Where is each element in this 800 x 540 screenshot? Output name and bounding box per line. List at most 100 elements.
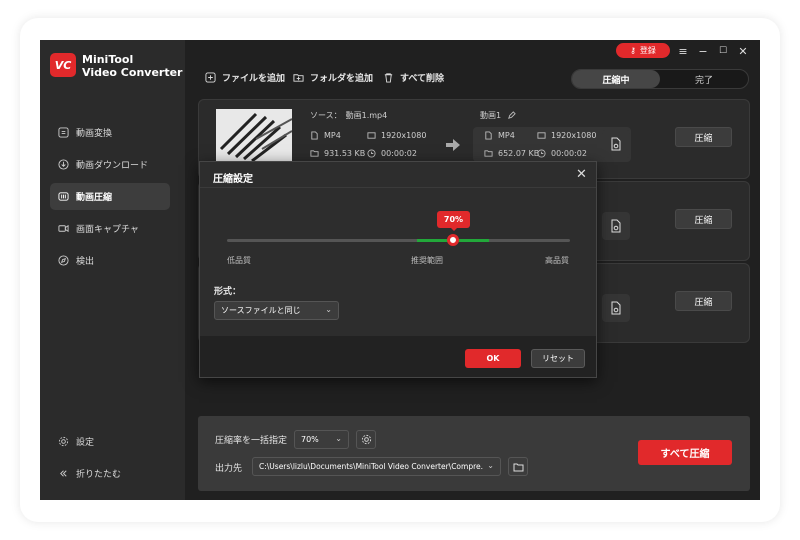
sidebar-item-settings[interactable]: 設定 [50,428,170,455]
close-icon: ✕ [738,44,748,58]
maximize-button[interactable]: ☐ [715,43,731,59]
chevron-down-icon: ⌄ [487,461,494,470]
src-format-value: MP4 [324,131,341,140]
clock-icon [367,149,376,158]
format-select[interactable]: ソースファイルと同じ ⌄ [214,301,339,320]
plus-icon [205,72,216,83]
quality-slider-track[interactable] [227,239,570,242]
login-button[interactable]: ⚷ 登録 [616,43,670,58]
out-duration: 00:00:02 [537,149,587,158]
sidebar: VC MiniTool Video Converter 動画変換 動画ダウンロー… [40,40,185,500]
dialog-close-button[interactable]: ✕ [576,167,587,182]
sidebar-item-label: 動画圧縮 [76,193,113,203]
out-resolution-value: 1920x1080 [551,131,597,140]
sidebar-item-screen-capture[interactable]: 画面キャプチャ [50,215,170,242]
edit-icon[interactable] [507,111,516,120]
output-label: 出力先 [215,464,243,474]
high-quality-label: 高品質 [545,256,569,265]
sidebar-collapse-button[interactable]: 折りたたむ [50,460,170,487]
slider-value: 70% [443,215,464,224]
compress-button[interactable]: 圧縮 [675,127,732,147]
reset-button[interactable]: リセット [531,349,585,368]
sidebar-item-video-download[interactable]: 動画ダウンロード [50,151,170,178]
compress-button[interactable]: 圧縮 [675,209,732,229]
thumbnail-image [216,109,292,161]
slider-value-tooltip: 70% [437,211,470,231]
resolution-icon [537,132,546,139]
gear-icon [361,434,371,445]
close-icon: ✕ [576,167,587,182]
minimize-icon: − [698,44,708,58]
batch-rate-label: 圧縮率を一括指定 [215,436,288,446]
file-settings-icon [611,301,621,315]
delete-all-button[interactable]: すべて削除 [383,71,444,84]
video-thumbnail [216,109,292,161]
bottom-panel: 圧縮率を一括指定 70% ⌄ 出力先 C:\Users\lizlu\Docume… [198,416,750,491]
source-info: ソース： 動画1.mp4 [310,110,387,121]
folder-icon [513,463,523,471]
folder-plus-icon [293,74,304,82]
folder-icon [310,150,319,157]
compress-button[interactable]: 圧縮 [675,291,732,311]
output-path-select[interactable]: C:\Users\lizlu\Documents\MiniTool Video … [252,457,501,476]
sidebar-item-label: 動画ダウンロード [76,161,149,171]
menu-button[interactable]: ≡ [675,43,691,59]
brand-line-1: MiniTool [82,53,134,66]
close-button[interactable]: ✕ [735,43,751,59]
dialog-title: 圧縮設定 [213,174,253,185]
ok-button[interactable]: OK [465,349,521,368]
sidebar-item-video-compress[interactable]: 動画圧縮 [50,183,170,210]
src-resolution-value: 1920x1080 [381,131,427,140]
rate-settings-button[interactable] [356,430,376,449]
compress-all-button[interactable]: すべて圧縮 [638,440,732,465]
out-duration-value: 00:00:02 [551,149,587,158]
double-chevron-left-icon [60,470,67,477]
folder-icon [484,150,493,157]
compression-settings-dialog: 圧縮設定 ✕ 70% 低品質 推奨範囲 高品質 形式： ソースファイルと同じ ⌄… [199,161,597,378]
sidebar-item-label: 動画変換 [76,129,113,139]
output-settings-button[interactable] [602,294,630,322]
app-window: VC MiniTool Video Converter 動画変換 動画ダウンロー… [40,40,760,500]
add-file-button[interactable]: ファイルを追加 [205,71,285,84]
download-icon [58,159,69,170]
sidebar-item-video-convert[interactable]: 動画変換 [50,119,170,146]
add-folder-button[interactable]: フォルダを追加 [293,71,373,84]
file-settings-icon [611,219,621,233]
camera-icon [58,224,69,233]
clock-icon [537,149,546,158]
settings-label: 設定 [76,438,95,448]
low-quality-label: 低品質 [227,256,251,265]
format-label: 形式： [214,287,242,297]
output-name: 動画1 [480,111,502,120]
quality-slider-thumb[interactable] [447,234,459,246]
app-logo: VC [50,53,76,77]
minimize-button[interactable]: − [695,43,711,59]
file-icon [485,131,492,140]
browse-folder-button[interactable] [508,457,528,476]
out-format-value: MP4 [498,131,515,140]
output-settings-button[interactable] [602,130,630,158]
compass-icon [58,255,69,266]
chevron-down-icon: ⌄ [335,434,342,443]
delete-all-label: すべて削除 [400,74,445,84]
output-path: C:\Users\lizlu\Documents\MiniTool Video … [259,462,484,471]
file-settings-icon [611,137,621,151]
out-resolution: 1920x1080 [537,131,596,140]
convert-icon [58,127,69,138]
src-duration-value: 00:00:02 [381,149,417,158]
tab-done[interactable]: 完了 [660,70,748,88]
status-tabs: 圧縮中 完了 [571,69,749,89]
out-size-value: 652.07 KB [498,149,540,158]
sidebar-item-discover[interactable]: 検出 [50,247,170,274]
batch-rate-select[interactable]: 70% ⌄ [294,430,349,449]
logo-text: VC [54,58,72,72]
format-value: ソースファイルと同じ [221,306,301,315]
tab-compressing[interactable]: 圧縮中 [572,70,660,88]
batch-rate-value: 70% [301,435,319,444]
out-size: 652.07 KB [484,149,539,158]
maximize-icon: ☐ [718,46,728,56]
output-settings-button[interactable] [602,212,630,240]
arrow-right-icon [446,136,460,155]
dialog-footer: OK リセット [200,336,596,377]
dialog-header: 圧縮設定 ✕ [200,162,596,188]
